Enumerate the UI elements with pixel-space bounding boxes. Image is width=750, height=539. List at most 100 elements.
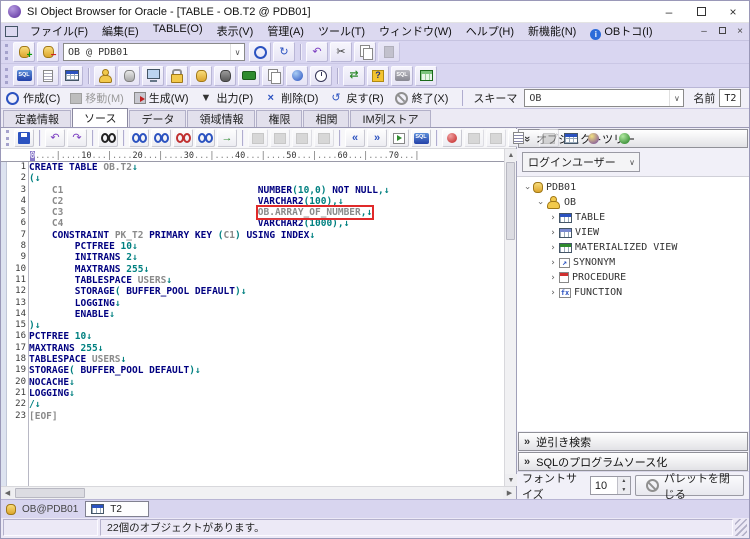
menu-item-5[interactable]: 管理(A)	[260, 21, 311, 42]
bookmark-icon-button[interactable]	[442, 129, 462, 147]
redo-icon-button[interactable]: ↷	[67, 129, 87, 147]
close-button[interactable]: ×	[717, 1, 749, 22]
object-list-icon-button[interactable]	[118, 66, 140, 86]
block-1-icon-button[interactable]	[248, 129, 268, 147]
chevron-collapsed-icon[interactable]: ›	[547, 228, 559, 238]
code-area[interactable]: 1234567891011121314151617181920212223 CR…	[1, 162, 504, 486]
object-copy-icon-button[interactable]	[262, 66, 284, 86]
scroll-left-icon[interactable]: ◀	[1, 487, 14, 499]
login-user-combo[interactable]: ログインユーザー ∨	[522, 152, 640, 172]
indent-icon-button[interactable]: »	[367, 129, 387, 147]
tab-5[interactable]: 権限	[256, 110, 302, 127]
tree-item-view[interactable]: ›VIEW	[521, 225, 749, 240]
menu-item-3[interactable]: TABLE(O)	[146, 21, 210, 42]
goto-line-icon-button[interactable]: →	[217, 129, 237, 147]
recycle-bin-icon-button[interactable]	[286, 66, 308, 86]
find-icon-button[interactable]	[98, 129, 118, 147]
chevron-expanded-icon[interactable]: ›	[522, 182, 532, 194]
mdi-minimize-button[interactable]: –	[695, 26, 713, 37]
block-3-icon-button[interactable]	[292, 129, 312, 147]
sql-catch-icon-button[interactable]: SQL	[391, 66, 413, 86]
data-generator-icon-button[interactable]	[415, 66, 437, 86]
paste-icon-button[interactable]	[378, 42, 400, 62]
mdi-restore-button[interactable]	[713, 26, 731, 37]
sql-format-icon-button[interactable]: SQL	[411, 129, 431, 147]
assistant-icon-button[interactable]: ?	[367, 66, 389, 86]
tree-item-procedure[interactable]: ›PROCEDURE	[521, 270, 749, 285]
schema-combo[interactable]: OB ∨	[524, 89, 684, 107]
save-icon-button[interactable]	[14, 129, 34, 147]
delete-button[interactable]: ×削除(D)	[263, 90, 318, 106]
role-lock-icon-button[interactable]	[166, 66, 188, 86]
rollback-icon-button[interactable]: ↻	[273, 42, 295, 62]
menu-item-1[interactable]: ファイル(F)	[23, 21, 95, 42]
menu-item-8[interactable]: ヘルプ(H)	[459, 21, 521, 42]
spin-down-icon[interactable]: ▼	[618, 486, 630, 495]
taskbar-item-t2[interactable]: T2	[85, 501, 149, 517]
chevron-collapsed-icon[interactable]: ›	[547, 243, 559, 253]
menu-item-7[interactable]: ウィンドウ(W)	[372, 21, 459, 42]
font-size-value[interactable]: 10	[591, 477, 617, 494]
job-queue-icon-button[interactable]	[310, 66, 332, 86]
menu-item-6[interactable]: ツール(T)	[311, 21, 372, 42]
find-prev-icon-button[interactable]	[151, 129, 171, 147]
find-next-icon-button[interactable]	[129, 129, 149, 147]
output-button[interactable]: ▼出力(P)	[199, 90, 254, 106]
generate-button[interactable]: 生成(W)	[134, 90, 189, 106]
resize-grip[interactable]	[735, 519, 747, 536]
find-marked-icon-button[interactable]	[195, 129, 215, 147]
cut-icon-button[interactable]: ✂	[330, 42, 352, 62]
tab-1[interactable]: 定義情報	[3, 110, 71, 127]
execute-icon-button[interactable]	[389, 129, 409, 147]
maximize-button[interactable]	[685, 1, 717, 22]
sql-editor-icon-button[interactable]: SQL	[13, 66, 35, 86]
chevron-collapsed-icon[interactable]: ›	[547, 273, 559, 283]
sql-to-program-bar[interactable]: » SQLのプログラムソース化	[518, 452, 748, 471]
font-size-spinner[interactable]: 10 ▲ ▼	[590, 476, 631, 495]
chevron-collapsed-icon[interactable]: ›	[547, 288, 559, 298]
scroll-down-icon[interactable]: ▼	[505, 474, 517, 486]
tree-item-pdb01[interactable]: ›PDB01	[521, 180, 749, 195]
disconnect-icon-button[interactable]	[37, 42, 59, 62]
print-icon-button[interactable]	[539, 129, 559, 147]
parameter-icon-button[interactable]	[238, 66, 260, 86]
revert-button[interactable]: ↺戻す(R)	[328, 90, 383, 106]
mark-2-icon-button[interactable]	[486, 129, 506, 147]
spin-up-icon[interactable]: ▲	[618, 477, 630, 486]
user-icon-button[interactable]	[94, 66, 116, 86]
block-2-icon-button[interactable]	[270, 129, 290, 147]
mdi-child-icon[interactable]	[5, 26, 18, 37]
mdi-close-button[interactable]: ×	[731, 26, 749, 37]
tab-3[interactable]: データ	[129, 110, 186, 127]
tab-4[interactable]: 領域情報	[187, 110, 255, 127]
tree-item-table[interactable]: ›TABLE	[521, 210, 749, 225]
scroll-right-icon[interactable]: ▶	[503, 487, 516, 499]
vertical-scrollbar[interactable]: ▲ ▼	[504, 149, 516, 486]
reverse-search-bar[interactable]: » 逆引き検索	[518, 432, 748, 451]
tree-item-materialized-view[interactable]: ›MATERIALIZED VIEW	[521, 240, 749, 255]
chevron-expanded-icon[interactable]: ›	[535, 197, 545, 209]
script-icon-button[interactable]	[37, 66, 59, 86]
segment-icon-button[interactable]	[190, 66, 212, 86]
block-4-icon-button[interactable]	[314, 129, 334, 147]
tree-item-function[interactable]: ›fxFUNCTION	[521, 285, 749, 300]
close-palette-button[interactable]: パレットを閉じる	[635, 475, 744, 496]
vertical-scroll-thumb[interactable]	[506, 162, 515, 240]
tab-7[interactable]: IM列ストア	[350, 110, 430, 127]
connection-combo[interactable]: OB @ PDB01∨	[63, 43, 245, 61]
menu-item-9[interactable]: 新機能(N)	[521, 21, 583, 42]
menu-item-4[interactable]: 表示(V)	[210, 21, 261, 42]
session-grid-icon-button[interactable]	[61, 66, 83, 86]
copy-icon-button[interactable]	[354, 42, 376, 62]
rollback-segment-icon-button[interactable]	[214, 66, 236, 86]
replace-icon-button[interactable]	[173, 129, 193, 147]
session-icon-button[interactable]	[142, 66, 164, 86]
create-button[interactable]: 作成(C)	[5, 90, 60, 106]
outdent-icon-button[interactable]: «	[345, 129, 365, 147]
scroll-up-icon[interactable]: ▲	[505, 149, 517, 161]
undo-icon-button[interactable]: ↶	[45, 129, 65, 147]
tab-2[interactable]: ソース	[72, 108, 128, 127]
chevron-collapsed-icon[interactable]: ›	[547, 258, 559, 268]
tree-item-ob[interactable]: ›OB	[521, 195, 749, 210]
chevron-collapsed-icon[interactable]: ›	[547, 213, 559, 223]
